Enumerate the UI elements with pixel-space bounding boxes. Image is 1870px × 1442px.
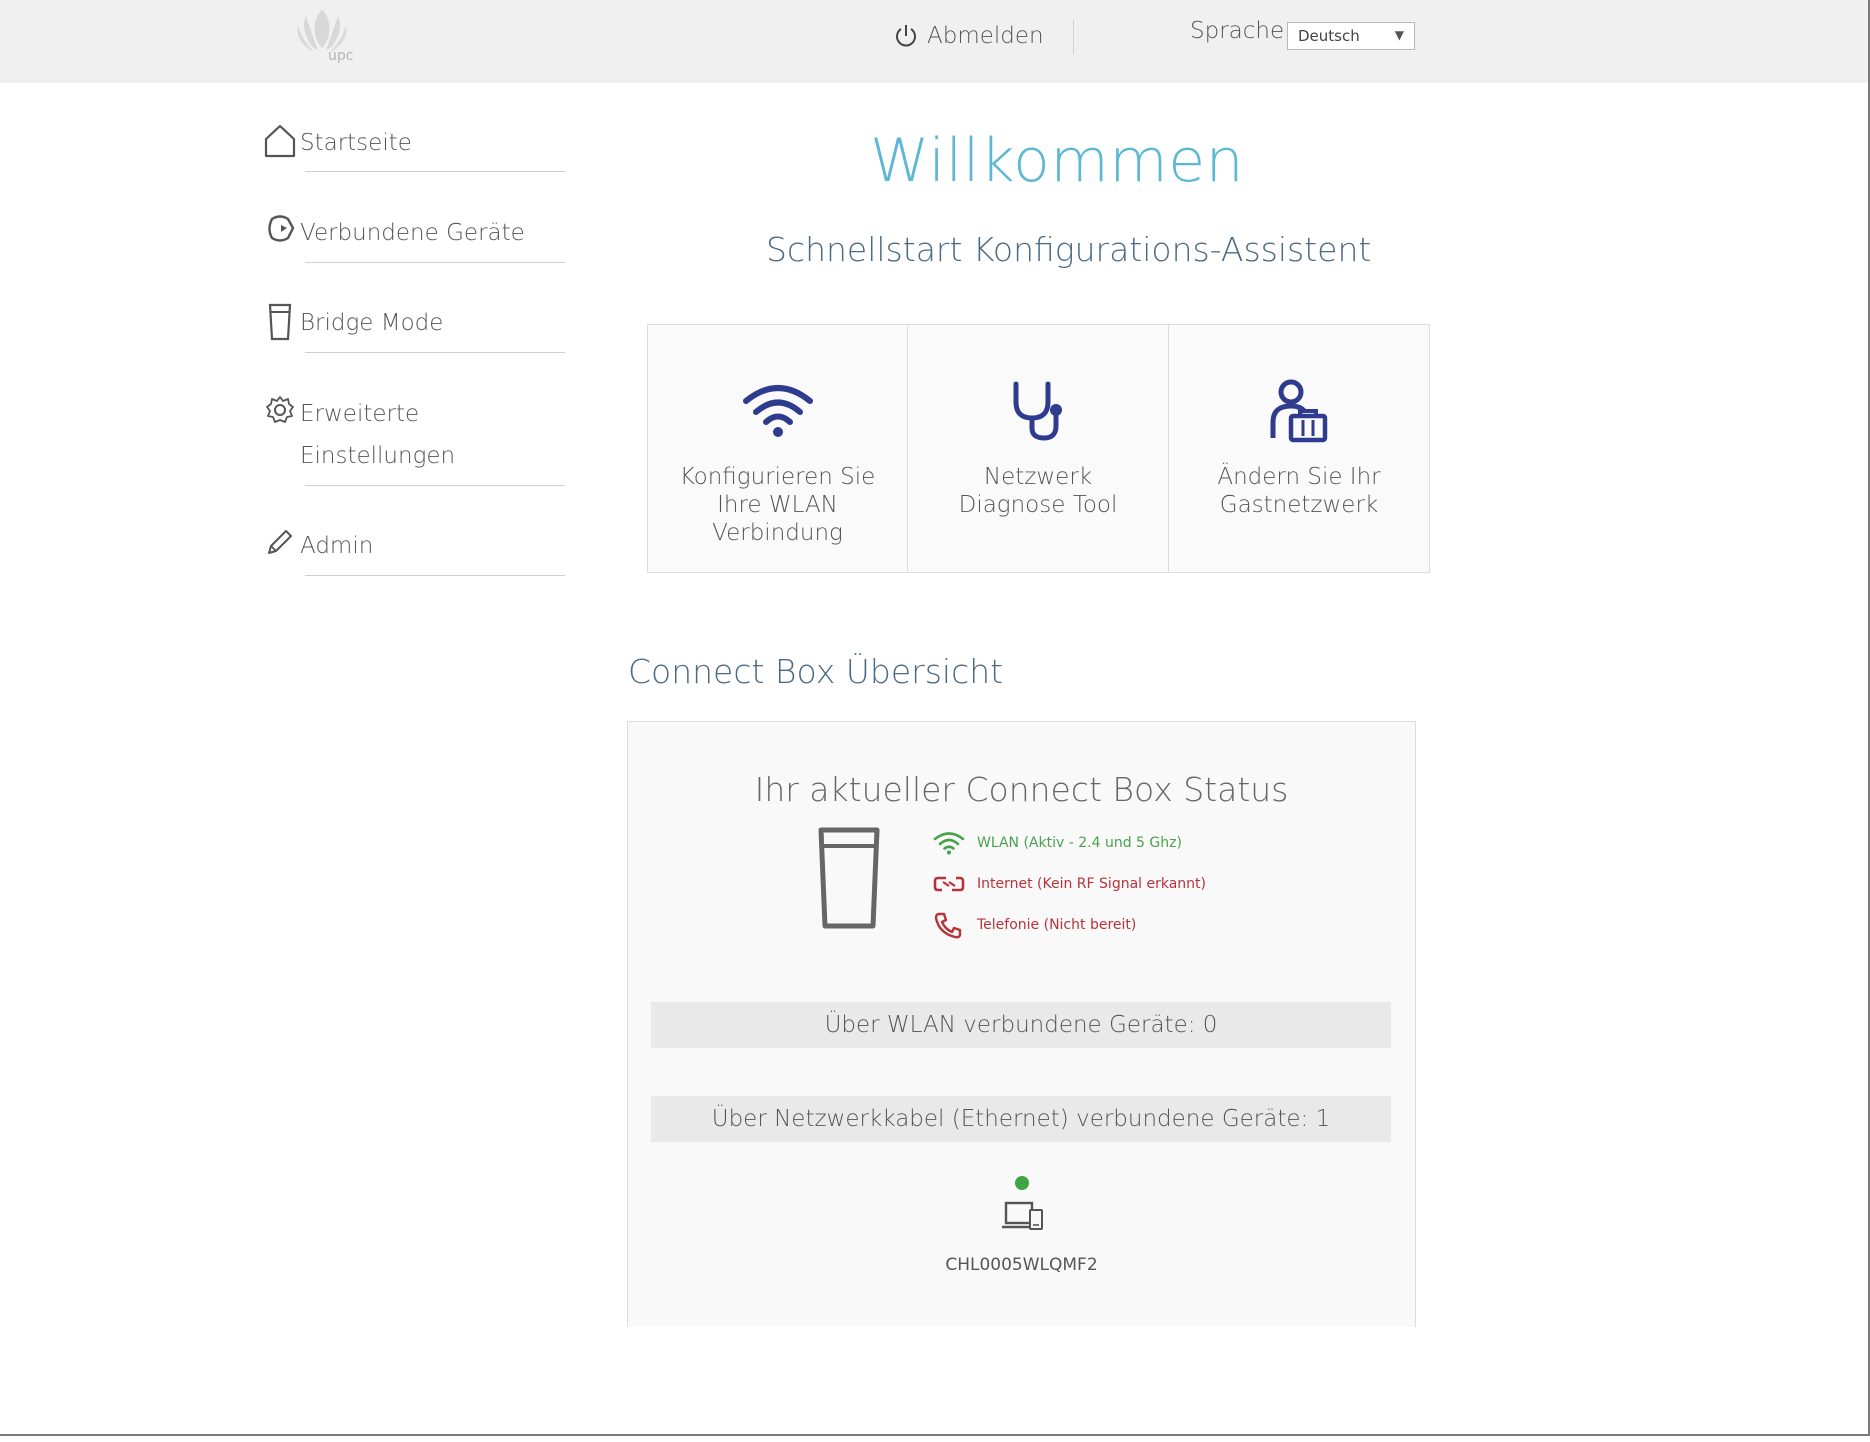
page-frame: upc Abmelden Sprache Deutsch ▼ Startseit…	[0, 0, 1870, 1436]
device-name[interactable]: CHL0005WLQMF2	[628, 1255, 1415, 1275]
bridge-icon	[260, 302, 300, 342]
tile-label-line1: Netzwerk	[983, 464, 1093, 490]
connect-box-icon	[818, 827, 880, 929]
sidebar-item-label: Erweiterte	[300, 401, 420, 427]
stethoscope-icon	[1006, 373, 1070, 449]
ethernet-devices-bar[interactable]: Über Netzwerkkabel (Ethernet) verbundene…	[651, 1096, 1391, 1142]
wifi-icon	[742, 373, 814, 449]
sidebar-item-label: Startseite	[300, 130, 412, 156]
status-title: Ihr aktueller Connect Box Status	[754, 770, 1289, 809]
computer-device-icon[interactable]	[1000, 1200, 1046, 1234]
tile-label-line2: Gastnetzwerk	[1219, 492, 1379, 518]
disconnected-link-icon	[933, 876, 965, 891]
sidebar-item-verbundene-geraete[interactable]: Verbundene Geräte	[260, 212, 525, 254]
sidebar-item-label: Verbundene Geräte	[300, 220, 525, 246]
sidebar-item-label-line2: Einstellungen	[300, 443, 456, 469]
sidebar-divider	[305, 485, 565, 486]
sidebar-item-startseite[interactable]: Startseite	[260, 122, 412, 164]
tile-label-line2: Ihre WLAN	[717, 492, 838, 518]
language-select[interactable]: Deutsch ▼	[1287, 22, 1415, 50]
overview-title: Connect Box Übersicht	[628, 652, 1004, 691]
quickstart-tiles: Konfigurieren Sie Ihre WLAN Verbindung N…	[647, 324, 1430, 573]
tile-label: Konfigurieren Sie Ihre WLAN Verbindung	[668, 463, 888, 547]
gear-icon	[260, 393, 300, 433]
upc-logo-text: upc	[328, 48, 354, 64]
tile-label-line2: Diagnose Tool	[958, 492, 1118, 518]
language-label: Sprache	[1190, 18, 1285, 44]
status-list: WLAN (Aktiv - 2.4 und 5 Ghz) Internet (K…	[933, 822, 1206, 945]
tile-label-line1: Konfigurieren Sie	[679, 464, 876, 490]
dropdown-arrow-icon: ▼	[1394, 28, 1404, 42]
tile-configure-wlan[interactable]: Konfigurieren Sie Ihre WLAN Verbindung	[647, 324, 908, 573]
tile-label-line3: Verbindung	[712, 520, 843, 546]
top-header: upc Abmelden Sprache Deutsch ▼	[0, 0, 1868, 83]
sidebar-divider	[305, 171, 565, 172]
status-internet-text: Internet (Kein RF Signal erkannt)	[977, 875, 1207, 892]
tile-guest-network[interactable]: Ändern Sie Ihr Gastnetzwerk	[1169, 324, 1430, 573]
header-divider	[1073, 20, 1074, 54]
status-wlan-text: WLAN (Aktiv - 2.4 und 5 Ghz)	[977, 834, 1182, 851]
power-icon	[896, 25, 916, 47]
wizard-title: Schnellstart Konfigurations-Assistent	[766, 230, 1372, 269]
welcome-heading: Willkommen	[870, 126, 1245, 196]
pencil-icon	[260, 525, 300, 565]
sidebar-item-bridge-mode[interactable]: Bridge Mode	[260, 302, 443, 344]
devices-icon	[260, 212, 300, 252]
tile-label: Netzwerk Diagnose Tool	[928, 463, 1148, 519]
sidebar-divider	[305, 352, 565, 353]
logout-label: Abmelden	[927, 23, 1044, 49]
sidebar-item-label: Admin	[300, 533, 374, 559]
phone-icon	[934, 912, 962, 938]
home-icon	[260, 122, 300, 162]
device-online-indicator	[1015, 1176, 1029, 1190]
status-panel: Ihr aktueller Connect Box Status WLAN (A…	[627, 721, 1416, 1327]
logout-button[interactable]: Abmelden	[893, 18, 1044, 54]
wifi-status-icon	[933, 831, 965, 854]
tile-network-diagnosis[interactable]: Netzwerk Diagnose Tool	[908, 324, 1169, 573]
status-row-wlan: WLAN (Aktiv - 2.4 und 5 Ghz)	[933, 822, 1206, 863]
sidebar-divider	[305, 575, 565, 576]
language-selected-value: Deutsch	[1298, 27, 1360, 45]
status-row-internet: Internet (Kein RF Signal erkannt)	[933, 863, 1206, 904]
tile-label: Ändern Sie Ihr Gastnetzwerk	[1189, 463, 1409, 519]
guest-network-icon	[1267, 373, 1331, 449]
sidebar-divider	[305, 262, 565, 263]
wlan-devices-bar: Über WLAN verbundene Geräte: 0	[651, 1002, 1391, 1048]
tile-label-line1: Ändern Sie Ihr	[1217, 464, 1381, 490]
sidebar-item-admin[interactable]: Admin	[260, 525, 373, 567]
sidebar-item-erweiterte-einstellungen[interactable]: Erweiterte Einstellungen	[260, 393, 455, 477]
status-row-telephony: Telefonie (Nicht bereit)	[933, 904, 1206, 945]
status-telephony-text: Telefonie (Nicht bereit)	[977, 916, 1137, 933]
sidebar-item-label: Bridge Mode	[300, 310, 444, 336]
